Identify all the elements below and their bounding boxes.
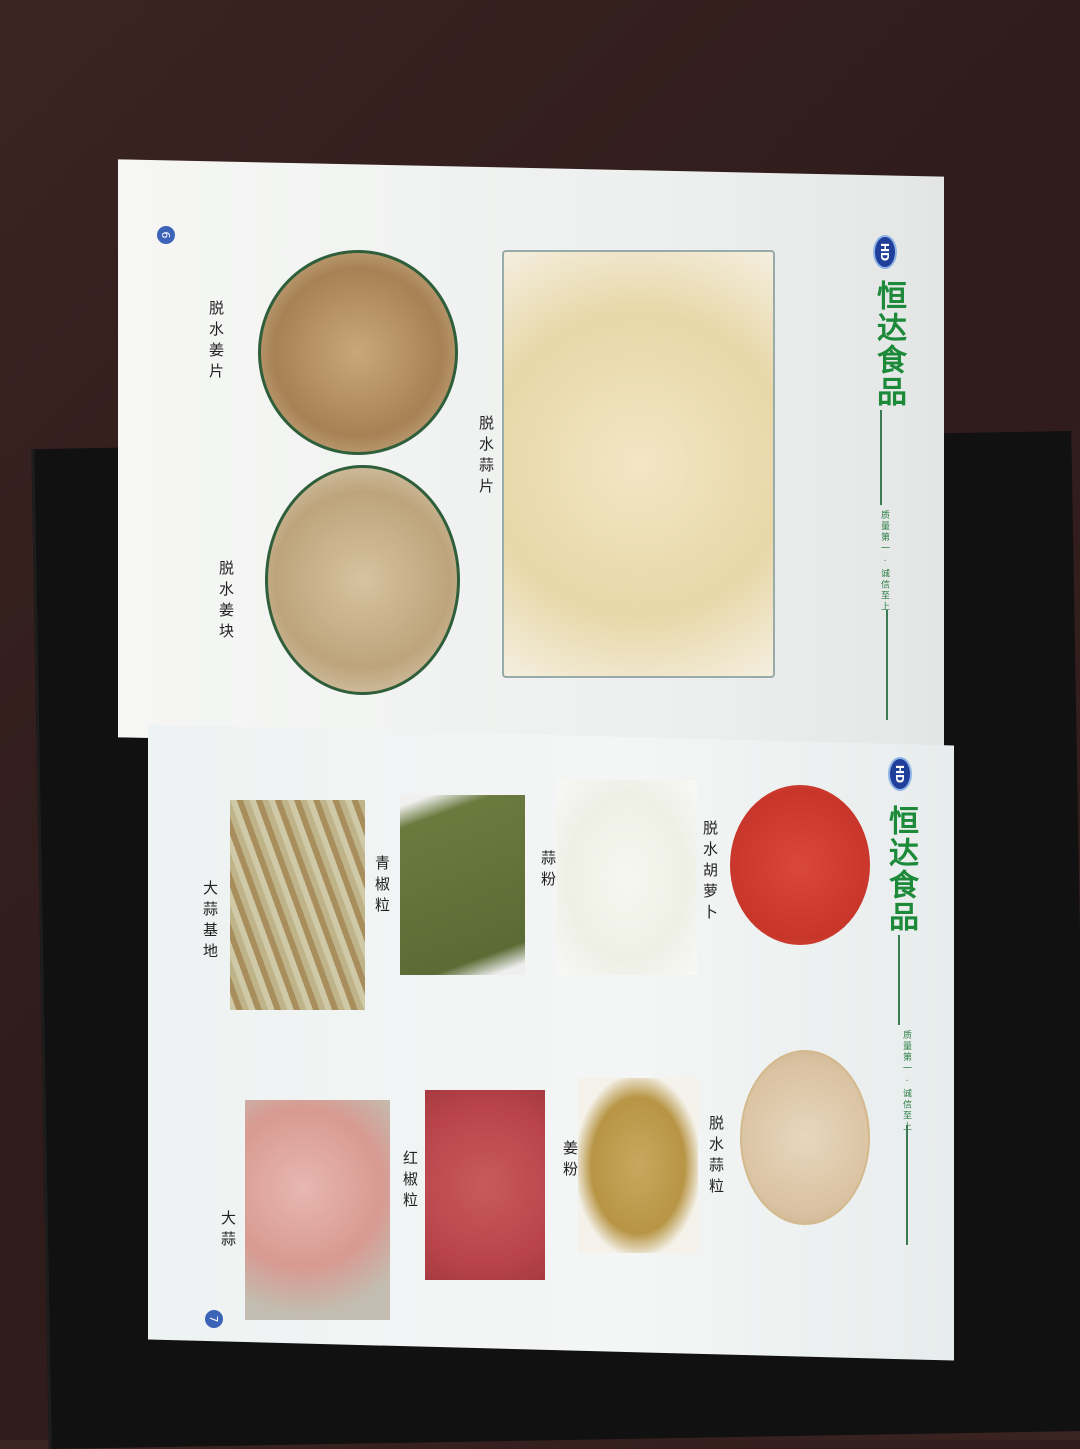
- slogan: 质量第一 · 诚信至上: [879, 510, 889, 613]
- product-label: 脱水蒜片: [477, 415, 495, 499]
- product-label: 大蒜基地: [201, 880, 219, 964]
- divider-line: [906, 1125, 908, 1245]
- ginger-chunks-photo: [265, 465, 460, 695]
- green-pepper-granules-photo: [400, 795, 525, 975]
- product-label: 大蒜: [219, 1210, 237, 1252]
- product-label: 蒜粉: [539, 850, 557, 892]
- slogan: 质量第一 · 诚信至上: [901, 1030, 911, 1133]
- garlic-bags-photo: [245, 1100, 390, 1320]
- product-label: 脱水姜片: [207, 300, 225, 384]
- product-label: 姜粉: [561, 1140, 579, 1182]
- divider-line: [886, 610, 888, 720]
- garlic-powder-photo: [557, 780, 697, 975]
- product-label: 脱水胡萝卜: [701, 820, 719, 925]
- garlic-granules-photo: [740, 1050, 870, 1225]
- hd-logo: HD: [873, 235, 897, 269]
- product-label: 红椒粒: [401, 1150, 419, 1213]
- divider-line: [898, 935, 900, 1025]
- product-label: 青椒粒: [373, 855, 391, 918]
- carrot-granules-photo: [730, 785, 870, 945]
- product-label: 脱水姜块: [217, 560, 235, 644]
- brand-title: 恒达食品: [871, 280, 906, 408]
- garlic-flakes-photo: [502, 250, 775, 678]
- page-number: 6: [157, 226, 175, 244]
- ginger-powder-photo: [578, 1078, 698, 1253]
- ginger-slices-photo: [258, 250, 458, 455]
- red-pepper-granules-photo: [425, 1090, 545, 1280]
- product-label: 脱水蒜粒: [707, 1115, 725, 1199]
- divider-line: [880, 410, 882, 505]
- page-number: 7: [205, 1310, 223, 1328]
- garlic-field-photo: [230, 800, 365, 1010]
- hd-logo: HD: [888, 757, 912, 791]
- brand-title: 恒达食品: [883, 805, 918, 933]
